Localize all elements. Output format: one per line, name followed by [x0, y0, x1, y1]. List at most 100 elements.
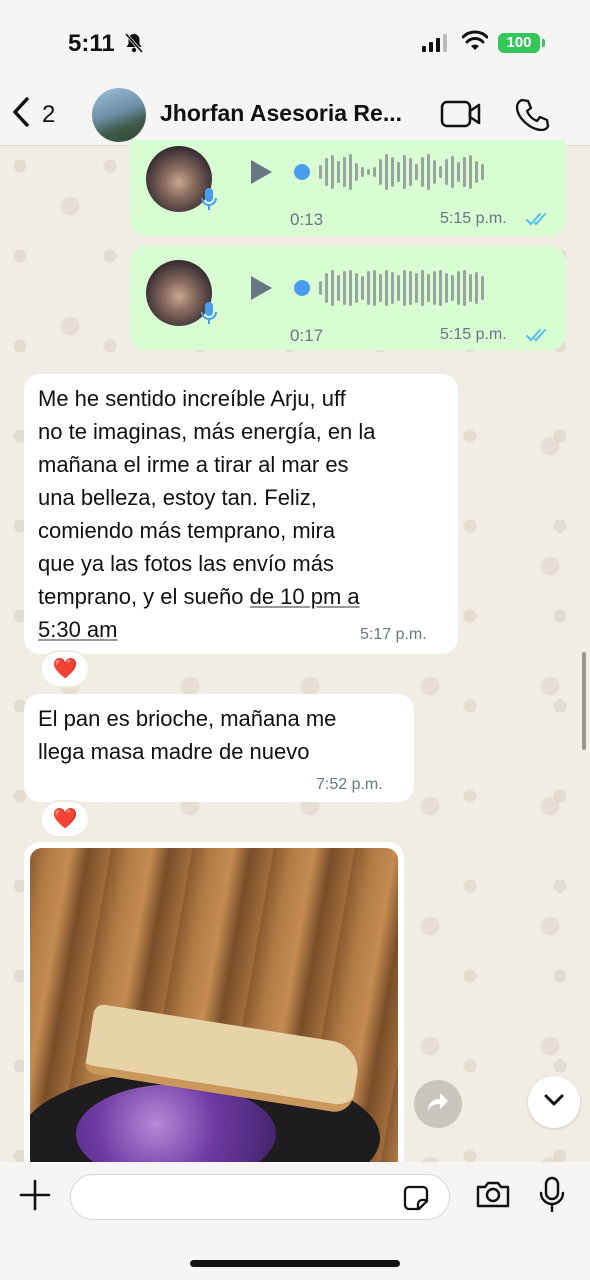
- audio-duration: 0:13: [290, 210, 324, 229]
- status-bar: 5:11 100: [0, 0, 590, 84]
- waveform-bar: [391, 272, 394, 304]
- waveform-bar: [403, 155, 406, 189]
- chevron-left-icon: [10, 96, 32, 133]
- microphone-icon: [200, 300, 218, 331]
- message-time: 7:52 p.m.: [316, 776, 383, 793]
- audio-waveform[interactable]: [294, 268, 484, 308]
- message-time: 5:15 p.m.: [440, 326, 507, 343]
- waveform-bar: [325, 158, 328, 186]
- microphone-icon: [200, 186, 218, 217]
- message-line: El pan es brioche, mañana me: [38, 706, 337, 731]
- waveform-bar: [319, 165, 322, 179]
- text-message[interactable]: El pan es brioche, mañana me llega masa …: [24, 694, 414, 802]
- waveform-bar: [481, 276, 484, 300]
- waveform-bar: [445, 159, 448, 185]
- waveform-bar: [325, 273, 328, 303]
- contact-avatar[interactable]: [92, 88, 146, 142]
- play-icon[interactable]: [248, 158, 274, 191]
- read-receipt-icon: [526, 212, 550, 231]
- wifi-icon: [461, 30, 489, 57]
- back-button[interactable]: 2: [10, 96, 55, 133]
- message-line: comiendo más temprano, mira: [38, 518, 336, 543]
- waveform-bar: [349, 154, 352, 190]
- photo-bread-icon[interactable]: [30, 848, 398, 1172]
- waveform-bar: [379, 274, 382, 302]
- home-indicator[interactable]: [190, 1260, 400, 1267]
- scrollbar[interactable]: [582, 652, 586, 750]
- read-receipt-icon: [526, 328, 550, 347]
- unread-count: 2: [42, 100, 56, 128]
- sticker-icon[interactable]: [401, 1183, 431, 1218]
- message-composer: [0, 1162, 590, 1280]
- heart-reaction[interactable]: ❤️: [40, 650, 90, 688]
- waveform-bar: [367, 271, 370, 305]
- waveform-bar: [349, 270, 352, 306]
- battery-indicator: 100: [498, 33, 545, 53]
- image-message[interactable]: [24, 842, 404, 1172]
- message-line: no te imaginas, más energía, en la: [38, 419, 376, 444]
- waveform-bar: [361, 276, 364, 300]
- camera-icon[interactable]: [474, 1178, 512, 1215]
- message-input-wrapper: [70, 1174, 450, 1220]
- message-line: mañana el irme a tirar al mar es: [38, 452, 349, 477]
- waveform-bar: [451, 156, 454, 188]
- message-line: temprano, y el sueño: [38, 584, 244, 609]
- message-body: El pan es brioche, mañana me llega masa …: [38, 702, 336, 768]
- text-message[interactable]: Me he sentido increíble Arju, uff no te …: [24, 374, 458, 654]
- waveform-bar: [433, 271, 436, 305]
- plus-icon[interactable]: [18, 1178, 52, 1217]
- waveform-bar: [433, 160, 436, 184]
- time-detected-link[interactable]: 5:30 am: [38, 613, 376, 646]
- audio-message[interactable]: 0:17 5:15 p.m.: [130, 246, 566, 350]
- waveform-bar: [331, 270, 334, 306]
- forward-button[interactable]: [414, 1080, 462, 1128]
- message-body: Me he sentido increíble Arju, uff no te …: [38, 382, 376, 646]
- clock: 5:11: [68, 30, 115, 57]
- phone-icon[interactable]: [514, 96, 550, 137]
- waveform-bar: [373, 270, 376, 306]
- cellular-signal-icon: [422, 34, 447, 52]
- waveform-bar: [475, 161, 478, 183]
- time-detected-link[interactable]: de 10 pm a: [250, 584, 360, 609]
- audio-waveform[interactable]: [294, 152, 484, 192]
- waveform-bar: [427, 274, 430, 302]
- chat-header: 2 Jhorfan Asesoria Re...: [0, 84, 590, 146]
- message-input[interactable]: [87, 1183, 387, 1213]
- waveform-bar: [385, 154, 388, 190]
- microphone-icon[interactable]: [538, 1176, 566, 1219]
- play-icon[interactable]: [248, 274, 274, 307]
- message-line: Me he sentido increíble Arju, uff: [38, 386, 346, 411]
- waveform-bar: [481, 164, 484, 180]
- waveform-bar: [463, 157, 466, 187]
- waveform-bar: [475, 272, 478, 304]
- waveform-bar: [409, 271, 412, 305]
- waveform-bar: [343, 271, 346, 305]
- waveform-bar: [355, 163, 358, 181]
- playhead-dot[interactable]: [294, 280, 310, 296]
- waveform-bar: [373, 167, 376, 177]
- waveform-bar: [421, 157, 424, 187]
- message-line: llega masa madre de nuevo: [38, 739, 310, 764]
- waveform-bar: [415, 164, 418, 180]
- audio-duration: 0:17: [290, 326, 324, 345]
- waveform-bar: [403, 270, 406, 306]
- message-line: una belleza, estoy tan. Feliz,: [38, 485, 317, 510]
- waveform-bar: [463, 270, 466, 306]
- contact-name[interactable]: Jhorfan Asesoria Re...: [160, 100, 402, 127]
- video-call-icon[interactable]: [440, 98, 482, 135]
- waveform-bar: [337, 275, 340, 301]
- waveform-bar: [409, 158, 412, 186]
- scroll-to-bottom-button[interactable]: [528, 1076, 580, 1128]
- heart-reaction[interactable]: ❤️: [40, 800, 90, 838]
- waveform-bar: [319, 281, 322, 295]
- audio-message[interactable]: 0:13 5:15 p.m.: [130, 140, 566, 236]
- bell-off-icon: [124, 32, 144, 60]
- forward-icon: [426, 1091, 450, 1118]
- playhead-dot[interactable]: [294, 164, 310, 180]
- message-time: 5:15 p.m.: [440, 210, 507, 227]
- waveform-bar: [469, 274, 472, 302]
- waveform-bar: [451, 275, 454, 301]
- waveform-bar: [457, 162, 460, 182]
- waveform-bar: [355, 273, 358, 303]
- waveform-bar: [439, 166, 442, 178]
